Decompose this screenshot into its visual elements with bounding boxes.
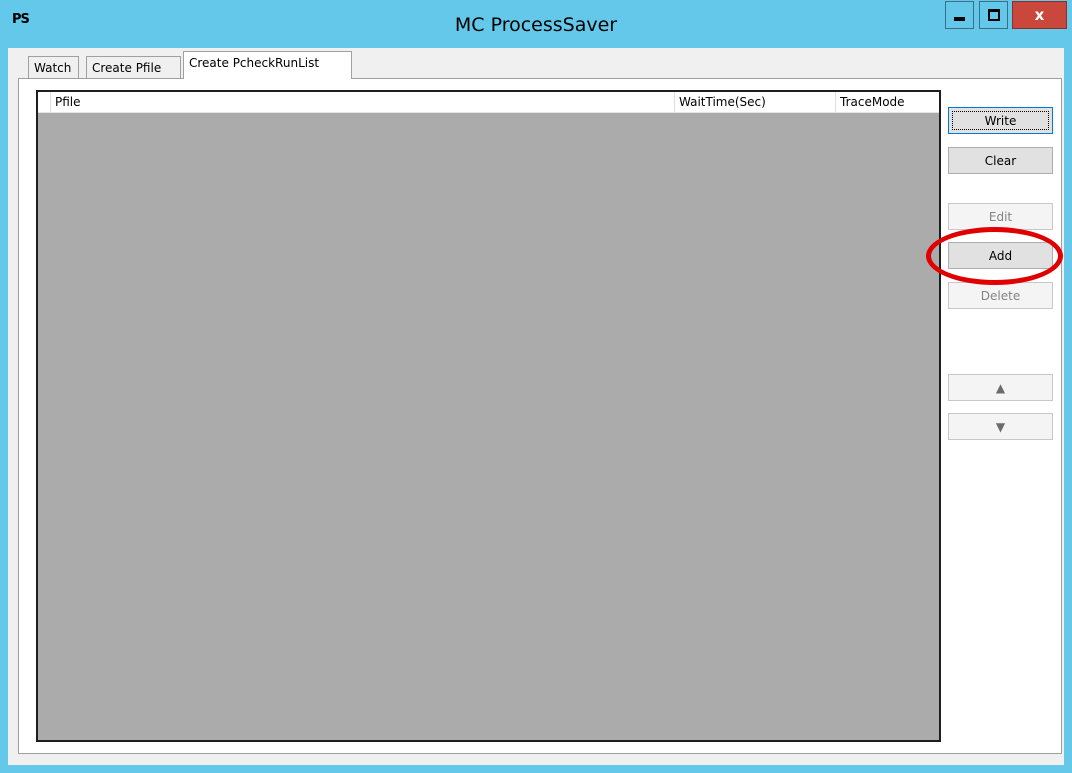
column-header-spacer: [38, 92, 51, 112]
column-header-pfile[interactable]: Pfile: [51, 92, 675, 112]
tab-watch[interactable]: Watch: [28, 56, 79, 78]
close-button[interactable]: x: [1012, 1, 1067, 29]
focus-ring: [952, 111, 1049, 130]
window-title: MC ProcessSaver: [454, 14, 618, 36]
add-button[interactable]: Add: [948, 242, 1053, 269]
clear-button-label: Clear: [984, 153, 1017, 168]
column-header-waittime[interactable]: WaitTime(Sec): [675, 92, 836, 112]
minimize-icon: [954, 17, 965, 21]
maximize-icon: [987, 9, 1000, 21]
tab-create-pcheckrunlist[interactable]: Create PcheckRunList: [183, 51, 352, 79]
delete-button[interactable]: Delete: [948, 282, 1053, 309]
add-button-label: Add: [988, 248, 1013, 263]
edit-button[interactable]: Edit: [948, 203, 1053, 230]
tab-create-pfile[interactable]: Create Pfile: [86, 56, 181, 78]
clear-button[interactable]: Clear: [948, 147, 1053, 174]
title-bar[interactable]: PS MC ProcessSaver x: [0, 0, 1072, 48]
move-up-button[interactable]: ▲: [948, 374, 1053, 401]
column-header-tracemode[interactable]: TraceMode: [836, 92, 939, 112]
maximize-button[interactable]: [979, 1, 1008, 29]
delete-button-label: Delete: [980, 288, 1021, 303]
app-window: PS MC ProcessSaver x Watch Create Pfile …: [0, 0, 1072, 773]
write-button[interactable]: Write: [948, 107, 1053, 134]
pcheck-run-list[interactable]: Pfile WaitTime(Sec) TraceMode: [36, 90, 941, 742]
list-header: Pfile WaitTime(Sec) TraceMode: [38, 92, 939, 113]
move-down-button[interactable]: ▼: [948, 413, 1053, 440]
edit-button-label: Edit: [988, 209, 1013, 224]
arrow-up-icon: ▲: [995, 380, 1006, 395]
minimize-button[interactable]: [945, 1, 974, 29]
arrow-down-icon: ▼: [995, 419, 1006, 434]
close-icon: x: [1034, 5, 1045, 24]
